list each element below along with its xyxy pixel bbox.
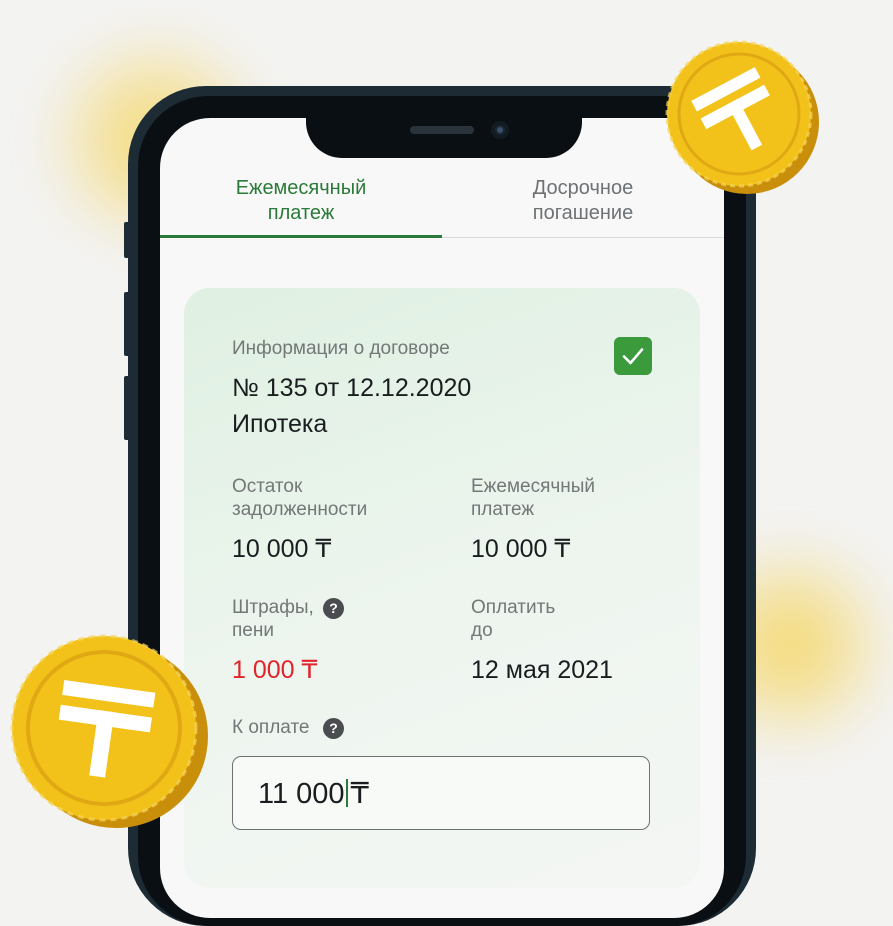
contract-number: № 135 от 12.12.2020	[232, 374, 472, 402]
monthly-payment-label: Ежемесячный платеж	[471, 476, 596, 520]
checkbox-checked-icon	[622, 348, 644, 365]
contract-type: Ипотека	[232, 410, 328, 438]
to-pay-help-icon[interactable]: ?	[323, 718, 344, 739]
penalties-help-icon[interactable]: ?	[323, 598, 344, 619]
contract-checkbox[interactable]	[614, 337, 652, 375]
phone-volume-down	[124, 376, 130, 440]
phone-volume-up	[124, 292, 130, 356]
text-caret	[345, 779, 348, 807]
payment-currency: ₸	[350, 778, 369, 810]
due-date-label: Оплатить до	[471, 597, 556, 641]
to-pay-label: К оплате	[232, 717, 310, 738]
active-tab-indicator	[160, 235, 442, 238]
front-camera	[491, 121, 509, 139]
payment-amount-text: 11 000 ₸	[258, 777, 369, 811]
balance-value: 10 000 ₸	[232, 535, 332, 563]
payment-amount-value: 11 000	[258, 778, 345, 810]
penalties-value: 1 000 ₸	[232, 656, 318, 684]
due-date-value: 12 мая 2021	[471, 656, 613, 684]
balance-label: Остаток задолженности	[232, 476, 368, 520]
tenge-coin-icon	[665, 40, 819, 194]
tenge-coin-icon	[10, 634, 208, 828]
penalties-label: Штрафы, пени	[232, 597, 314, 641]
tab-monthly-payment[interactable]: Ежемесячный платеж	[160, 176, 442, 226]
monthly-payment-value: 10 000 ₸	[471, 535, 571, 563]
phone-speaker	[410, 126, 474, 134]
phone-mute-switch	[124, 222, 130, 258]
contract-info-label: Информация о договоре	[232, 338, 450, 359]
payment-amount-input[interactable]: 11 000 ₸	[232, 756, 650, 830]
